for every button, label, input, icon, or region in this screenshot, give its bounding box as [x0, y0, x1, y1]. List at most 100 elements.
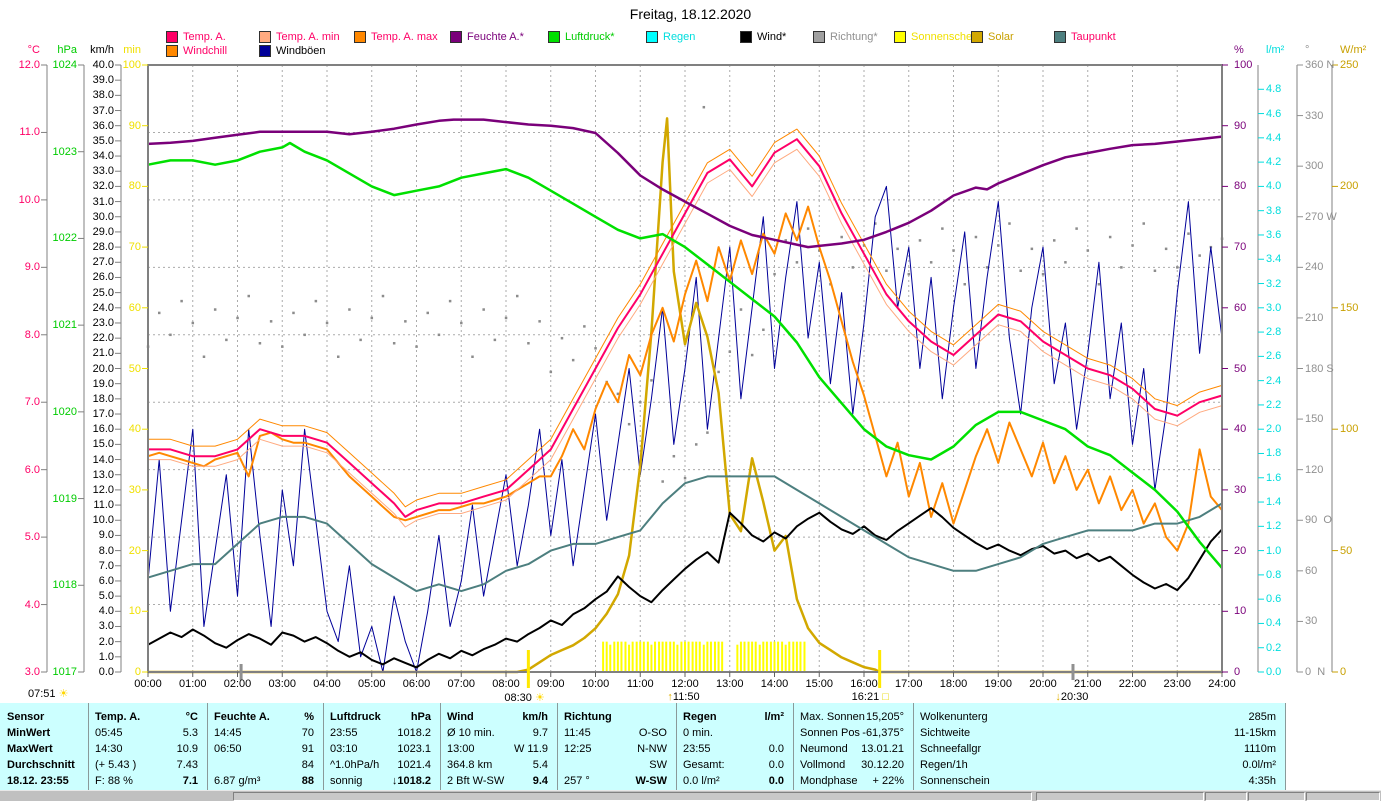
- direction-dot: [370, 316, 374, 320]
- table-cell: Temp. A. °C: [88, 710, 207, 725]
- sunrise-marker: 07:51 ☀: [28, 687, 68, 700]
- table-cell-value: 0.0: [768, 759, 784, 771]
- series-sonnenschein: [602, 641, 806, 672]
- direction-dot: [795, 261, 799, 264]
- x-axis-label: 05:00: [357, 678, 386, 690]
- table-cell: 14:30 10.9: [88, 742, 207, 757]
- table-cell-value: 88: [301, 775, 314, 787]
- legend-item-temp-a-min: Temp. A. min: [259, 30, 340, 43]
- table-cell: 23:55 0.0: [676, 742, 793, 757]
- table-cell-value: W-SW: [635, 775, 667, 787]
- direction-dot: [583, 325, 586, 328]
- x-axis-label: 21:00: [1073, 678, 1102, 690]
- table-cell: Richtung: [557, 710, 676, 725]
- axis-label-wm2: 50: [1340, 544, 1353, 557]
- direction-dot: [191, 321, 195, 325]
- axis-label-c: 10.0: [18, 193, 40, 206]
- direction-dot: [661, 480, 664, 483]
- direction-dot: [1097, 282, 1101, 286]
- table-row-label: Sensor: [7, 711, 45, 723]
- axis-label-kmh: 14.0: [92, 453, 114, 466]
- table-cell-value: 285m: [1248, 711, 1276, 723]
- table-cell-text: Regen: [683, 711, 717, 723]
- legend-color-box: [166, 30, 178, 43]
- legend-color-box: [1054, 30, 1066, 43]
- x-axis-label: 13:00: [715, 678, 744, 690]
- table-row-label: MaxWert: [7, 743, 53, 755]
- direction-dot: [694, 443, 698, 446]
- direction-dot: [202, 355, 206, 358]
- axis-label-wm2: 0: [1340, 666, 1347, 678]
- axis-label-pct: 50: [1234, 362, 1247, 375]
- direction-dot: [963, 282, 966, 286]
- table-row-label: 18.12. 23:55: [7, 775, 69, 787]
- direction-dot: [907, 272, 911, 276]
- legend-item-wind-: Wind*: [740, 30, 786, 43]
- axis-label-kmh: 18.0: [92, 392, 114, 405]
- series-line-windboen: [147, 185, 1223, 673]
- table-cell-text: 06:50: [214, 743, 242, 755]
- axis-label-deg: 120: [1305, 463, 1324, 476]
- legend-label: Regen: [663, 30, 696, 43]
- legend-label: Richtung*: [830, 30, 878, 43]
- table-cell-value: 1023.1: [397, 743, 431, 755]
- table-cell-text: Vollmond: [800, 759, 846, 771]
- table-row-label: Durchschnitt: [7, 759, 75, 771]
- direction-dot: [1052, 239, 1056, 242]
- axis-label-lm2: 2.4: [1266, 374, 1282, 387]
- axis-label-lm2: 0.2: [1266, 641, 1282, 654]
- x-axis-label: 23:00: [1163, 678, 1192, 690]
- axis-unit-min: min: [123, 44, 141, 56]
- table-cell-text: Mondphase: [800, 775, 858, 787]
- direction-dot: [1153, 269, 1157, 273]
- direction-dot: [702, 105, 706, 109]
- table-cell-text: Sichtweite: [920, 727, 971, 739]
- status-bar: [0, 790, 1381, 801]
- legend-color-box: [894, 30, 906, 43]
- table-cell-value: 15,205°: [865, 711, 904, 723]
- table-cell: 364.8 km 5.4: [440, 758, 557, 773]
- axis-label-min: 50: [128, 362, 141, 375]
- legend-label: Taupunkt: [1071, 30, 1116, 43]
- x-axis-label: 16:00: [850, 678, 878, 690]
- table-cell-text: Ø 10 min.: [447, 727, 495, 739]
- table-cell-value: O-SO: [638, 727, 667, 739]
- table-cell-value: 0.0: [768, 775, 784, 787]
- table-cell-text: 13:00: [447, 743, 475, 755]
- axis-label-kmh: 33.0: [92, 165, 114, 178]
- table-cell-value: 84: [301, 759, 314, 771]
- legend-label: Temp. A. min: [276, 30, 340, 43]
- series-line-feuchte: [147, 118, 1223, 249]
- legend-item-temp-a-: Temp. A.: [166, 30, 226, 43]
- table-cell-value: 0.0l/m²: [1242, 759, 1276, 771]
- legend-item-temp-a-max: Temp. A. max: [354, 30, 438, 43]
- axis-label-kmh: 3.0: [98, 620, 114, 633]
- axis-label-min: 30: [128, 483, 141, 496]
- table-cell-text: 12:25: [564, 743, 592, 755]
- table-cell-text: Regen/1h: [920, 759, 968, 771]
- axis-label-kmh: 17.0: [92, 408, 114, 421]
- table-cell: 84: [207, 758, 323, 773]
- direction-dot: [426, 311, 429, 315]
- axis-label-lm2: 4.8: [1266, 83, 1282, 96]
- table-cell: Sichtweite 11-15km: [913, 726, 1285, 741]
- table-cell-value: 70: [301, 727, 314, 739]
- table-cell-text: F: 88 %: [95, 775, 133, 787]
- axis-label-kmh: 29.0: [92, 225, 114, 238]
- table-cell: ^1.0hPa/h 1021.4: [323, 758, 440, 773]
- axis-label-kmh: 22.0: [92, 332, 114, 345]
- table-cell-text: 6.87 g/m³: [214, 775, 261, 787]
- direction-dot: [213, 308, 217, 311]
- direction-dot: [1064, 261, 1067, 264]
- direction-dot: [683, 476, 687, 480]
- axis-label-kmh: 37.0: [92, 104, 114, 117]
- direction-dot: [1120, 266, 1123, 269]
- direction-dot: [1131, 244, 1134, 247]
- x-axis-label: 15:00: [805, 678, 834, 690]
- direction-dot: [1176, 266, 1179, 269]
- axis-label-c: 6.0: [24, 463, 40, 476]
- direction-dot: [359, 338, 362, 342]
- axis-label-kmh: 38.0: [92, 89, 114, 102]
- table-cell-text: 11:45: [564, 727, 591, 739]
- legend-item-windb-en: Windböen: [259, 44, 326, 57]
